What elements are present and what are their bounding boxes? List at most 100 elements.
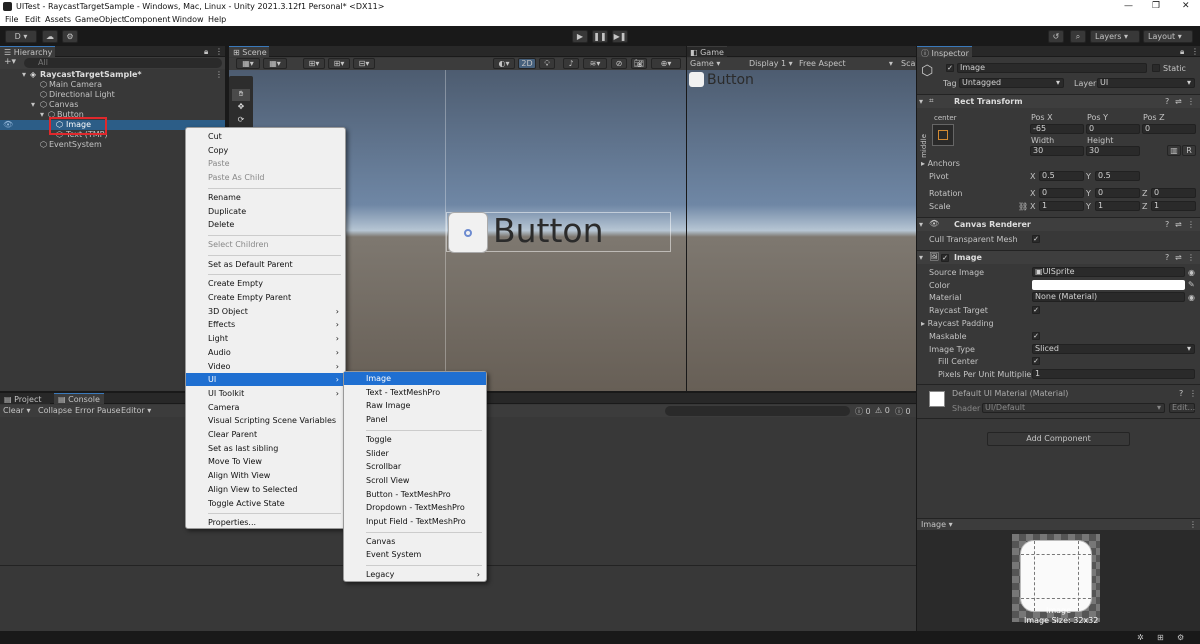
step-button[interactable]: ▶❚ — [612, 30, 628, 43]
ui-submenu-item-button-textmeshpro[interactable]: Button - TextMeshPro — [344, 488, 486, 501]
posy-field[interactable]: 0 — [1086, 124, 1140, 134]
display-dropdown[interactable]: Display 1 ▾ — [749, 59, 793, 68]
rot-z-field[interactable]: 0 — [1151, 188, 1196, 198]
context-menu-item-set-as-last-sibling[interactable]: Set as last sibling — [186, 442, 345, 455]
width-field[interactable]: 30 — [1030, 146, 1084, 156]
fill-center-checkbox[interactable]: ✓ — [1032, 357, 1040, 365]
scale-z-field[interactable]: 1 — [1151, 201, 1196, 211]
account-dropdown[interactable]: D ▾ — [5, 30, 37, 43]
static-checkbox[interactable] — [1152, 64, 1160, 72]
context-menu-item-clear-parent[interactable]: Clear Parent — [186, 428, 345, 441]
tab-project[interactable]: ▤ Project — [0, 393, 50, 404]
warning-count[interactable]: ⚠ 0 — [875, 406, 890, 415]
context-menu-item-ui[interactable]: UI › — [186, 373, 345, 387]
hierarchy-item-main-camera[interactable]: ⬡ Main Camera — [0, 80, 225, 90]
collab-icon[interactable]: ⚙ — [62, 30, 78, 43]
close-button[interactable]: ✕ — [1182, 1, 1190, 11]
hidden-objects-icon[interactable]: ⊘ — [611, 58, 627, 69]
menu-assets[interactable]: Assets — [45, 15, 71, 24]
add-component-button[interactable]: Add Component — [987, 432, 1130, 446]
debug-mode-icon[interactable]: ⚙ — [1177, 633, 1184, 642]
layers-dropdown[interactable]: Layers ▾ — [1090, 30, 1140, 43]
material-field[interactable]: None (Material) — [1032, 292, 1185, 302]
context-menu-item-move-to-view[interactable]: Move To View — [186, 455, 345, 468]
posx-field[interactable]: -65 — [1030, 124, 1084, 134]
anchors-foldout[interactable]: ▸ Anchors — [921, 159, 960, 168]
image-type-dropdown[interactable]: Sliced ▾ — [1032, 344, 1195, 354]
log-count[interactable]: ⓘ 0 — [855, 406, 871, 417]
layout-dropdown[interactable]: Layout ▾ — [1143, 30, 1193, 43]
help-icon[interactable]: ? — [1165, 220, 1169, 229]
raycast-padding-foldout[interactable]: ▸ Raycast Padding — [921, 319, 994, 328]
hierarchy-item-directional-light[interactable]: ⬡ Directional Light — [0, 90, 225, 100]
clear-button[interactable]: Clear ▾ — [3, 406, 30, 415]
context-menu-item-rename[interactable]: Rename — [186, 191, 345, 204]
raycast-target-checkbox[interactable]: ✓ — [1032, 306, 1040, 314]
ui-submenu-item-toggle[interactable]: Toggle — [344, 433, 486, 446]
context-menu-item-duplicate[interactable]: Duplicate — [186, 205, 345, 218]
hierarchy-item-canvas[interactable]: ▾ ⬡ Canvas — [0, 100, 225, 110]
pivot-y-field[interactable]: 0.5 — [1095, 171, 1140, 181]
context-menu-item-video[interactable]: Video › — [186, 360, 345, 373]
ui-submenu-item-canvas[interactable]: Canvas — [344, 535, 486, 548]
minimize-button[interactable]: — — [1124, 1, 1133, 11]
grid-snap-dropdown[interactable]: ⊞▾ — [303, 58, 325, 69]
lock-icon[interactable]: 🔒︎ — [1180, 47, 1184, 57]
menu-edit[interactable]: Edit — [25, 15, 41, 24]
height-field[interactable]: 30 — [1086, 146, 1140, 156]
menu-gameobject[interactable]: GameObject — [75, 15, 125, 24]
draw-mode-dropdown[interactable]: ▦▾ — [236, 58, 260, 69]
more-icon[interactable]: ⋮ — [1189, 520, 1197, 529]
object-picker-icon[interactable]: ◉ — [1188, 293, 1195, 302]
ui-submenu-item-legacy[interactable]: Legacy › — [344, 568, 486, 581]
hand-tool-icon[interactable]: ✋︎ — [232, 89, 250, 101]
context-menu-item-align-view-to-selected[interactable]: Align View to Selected — [186, 483, 345, 496]
preset-icon[interactable]: ⇌ — [1175, 253, 1182, 262]
more-icon[interactable]: ⋮ — [1187, 220, 1195, 229]
image-component-header[interactable]: ▾ 🖼︎ ✓ Image ? ⇌ ⋮ — [917, 250, 1200, 264]
raw-edit-button[interactable]: R — [1182, 145, 1196, 156]
audio-icon[interactable]: ♪ — [563, 58, 579, 69]
context-menu-item-toggle-active-state[interactable]: Toggle Active State — [186, 497, 345, 510]
add-icon[interactable]: +▾ — [4, 57, 16, 67]
active-checkbox[interactable]: ✓ — [946, 64, 954, 72]
scene-image-sprite[interactable] — [448, 212, 488, 253]
game-viewport[interactable]: Button — [687, 70, 916, 391]
ui-submenu-item-text-textmeshpro[interactable]: Text - TextMeshPro — [344, 386, 486, 399]
scene-more-icon[interactable]: ⋮ — [215, 70, 223, 79]
render-mode-dropdown[interactable]: ▦▾ — [263, 58, 287, 69]
scale-y-field[interactable]: 1 — [1095, 201, 1140, 211]
pause-button[interactable]: ❚❚ — [592, 30, 608, 43]
pivot-x-field[interactable]: 0.5 — [1039, 171, 1084, 181]
context-menu-item-3d-object[interactable]: 3D Object › — [186, 305, 345, 318]
layer-dropdown[interactable]: UI ▾ — [1097, 78, 1195, 88]
menu-file[interactable]: File — [5, 15, 18, 24]
maskable-checkbox[interactable]: ✓ — [1032, 332, 1040, 340]
menu-help[interactable]: Help — [208, 15, 226, 24]
visibility-icon[interactable]: 👁︎ — [3, 120, 13, 129]
preset-icon[interactable]: ⇌ — [1175, 97, 1182, 106]
object-picker-icon[interactable]: ◉ — [1188, 268, 1195, 277]
move-tool-icon[interactable]: ✥ — [232, 102, 250, 114]
ui-submenu-item-scroll-view[interactable]: Scroll View — [344, 474, 486, 487]
ui-submenu-item-slider[interactable]: Slider — [344, 447, 486, 460]
help-icon[interactable]: ? — [1179, 389, 1183, 398]
search-icon[interactable]: ⌕ — [1070, 30, 1086, 43]
more-icon[interactable]: ⋮ — [1187, 97, 1195, 106]
collapse-toggle[interactable]: Collapse — [38, 406, 72, 415]
cull-checkbox[interactable]: ✓ — [1032, 235, 1040, 243]
context-menu-item-audio[interactable]: Audio › — [186, 346, 345, 359]
source-image-field[interactable]: ▣UISprite — [1032, 267, 1185, 277]
context-menu-item-align-with-view[interactable]: Align With View — [186, 469, 345, 482]
help-icon[interactable]: ? — [1165, 253, 1169, 262]
context-menu-item-copy[interactable]: Copy — [186, 144, 345, 157]
lighting-icon[interactable]: 💡︎ — [539, 58, 555, 69]
context-menu-item-create-empty[interactable]: Create Empty — [186, 277, 345, 290]
menu-component[interactable]: Component — [124, 15, 170, 24]
menu-window[interactable]: Window — [172, 15, 204, 24]
rot-x-field[interactable]: 0 — [1039, 188, 1084, 198]
tab-inspector[interactable]: ⓘ Inspector — [917, 46, 972, 58]
editor-dropdown[interactable]: Editor ▾ — [121, 406, 151, 415]
aspect-dropdown[interactable]: Free Aspect ▾ — [799, 59, 893, 68]
constrain-scale-icon[interactable]: ⛓︎ — [1018, 202, 1028, 211]
